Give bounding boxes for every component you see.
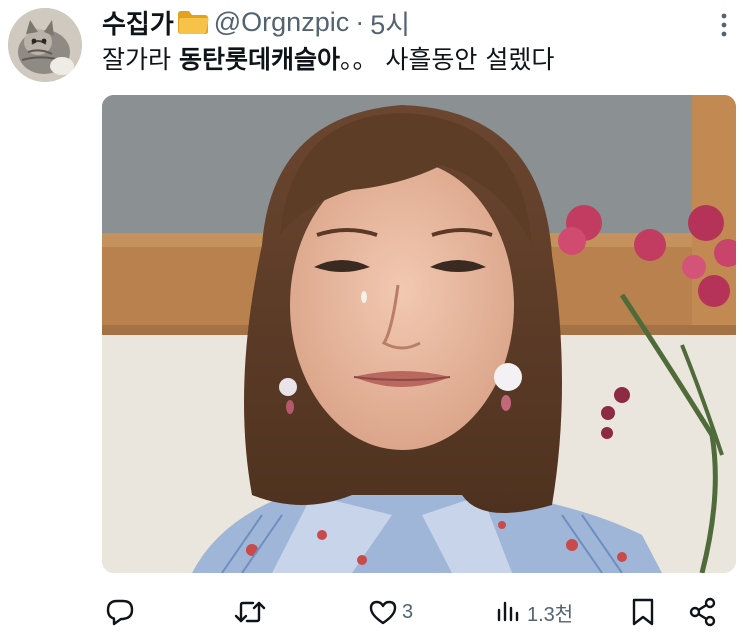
tweet-text-part: 잘가라 [102,45,179,74]
tweet-header: 수집가 @Orgnzpic · 5시 [102,2,410,42]
folder-emoji-icon [176,8,210,36]
views-count: 1.3천 [527,603,574,626]
reply-button[interactable] [105,590,135,634]
author-handle[interactable]: @Orgnzpic [214,7,349,38]
views-chart-icon [497,601,519,622]
more-options-button[interactable] [712,10,736,40]
tweet-text-part: 。。 사흘동안 설렜다 [339,45,555,74]
share-icon [689,597,716,627]
like-button[interactable]: 3 [368,590,413,634]
author-display-name[interactable]: 수집가 [102,4,174,41]
tweet-action-bar: 3 1.3천 [0,590,743,634]
more-vertical-icon [721,13,727,37]
cat-avatar-image [8,8,82,82]
author-avatar[interactable] [8,8,82,82]
header-separator: · [355,6,365,37]
retweet-icon [234,601,266,623]
tweet-text-bold: 동탄롯데캐슬아 [178,45,340,74]
bookmark-button[interactable] [630,590,656,634]
views-button[interactable]: 1.3천 [495,590,573,634]
tweet-timestamp[interactable]: 5시 [370,3,410,42]
tweet-card: 수집가 @Orgnzpic · 5시 잘가라 동탄롯데캐슬아。。 사흘동안 설렜… [0,0,743,637]
bookmark-icon [632,598,654,626]
retweet-button[interactable] [234,590,266,634]
photo-woman-crying [102,95,736,573]
like-count: 3 [402,600,414,623]
reply-icon [106,599,134,626]
tweet-text: 잘가라 동탄롯데캐슬아。。 사흘동안 설렜다 [102,42,554,78]
heart-icon [369,600,397,625]
tweet-media-image[interactable] [102,95,736,573]
share-button[interactable] [688,590,718,634]
